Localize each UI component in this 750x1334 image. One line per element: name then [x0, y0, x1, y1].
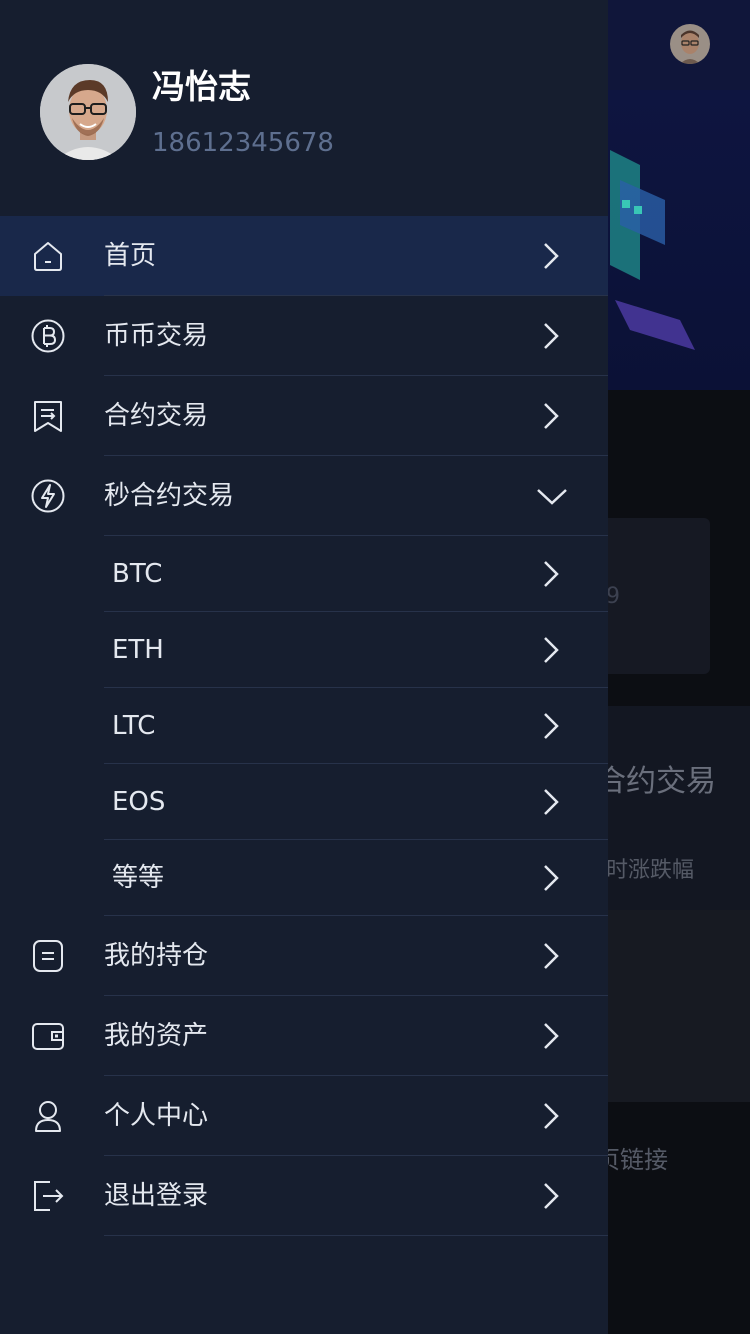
contract-icon: [30, 398, 66, 434]
lightning-icon: [30, 478, 66, 514]
user-phone: 18612345678: [152, 128, 334, 158]
menu-label: 合约交易: [104, 401, 209, 431]
submenu-item-eth[interactable]: ETH: [0, 612, 608, 688]
menu-item-positions[interactable]: 我的持仓: [0, 916, 608, 996]
background-section-subtitle: 时涨跌幅: [606, 858, 695, 883]
home-icon: [30, 238, 66, 274]
chevron-right-icon: [540, 864, 562, 892]
menu-item-home[interactable]: 首页: [0, 216, 608, 296]
menu-label: 首页: [104, 241, 157, 271]
header-avatar[interactable]: [670, 24, 710, 64]
chevron-right-icon: [540, 560, 562, 588]
divider: [104, 1235, 608, 1236]
submenu-item-btc[interactable]: BTC: [0, 536, 608, 612]
side-drawer: 冯怡志 18612345678 首页 币币交易 合约交易 秒合约交易 BTC E…: [0, 0, 608, 1334]
submenu-label: 等等: [112, 863, 165, 893]
profile-header[interactable]: 冯怡志 18612345678: [0, 0, 608, 216]
chevron-right-icon: [540, 636, 562, 664]
submenu-item-ltc[interactable]: LTC: [0, 688, 608, 764]
menu-label: 我的资产: [104, 1021, 209, 1051]
logout-icon: [30, 1178, 66, 1214]
menu-item-logout[interactable]: 退出登录: [0, 1156, 608, 1236]
submenu-label: LTC: [112, 711, 156, 741]
user-name: 冯怡志: [152, 67, 251, 106]
chevron-right-icon: [540, 1182, 562, 1210]
submenu-label: EOS: [112, 787, 166, 817]
submenu-item-eos[interactable]: EOS: [0, 764, 608, 840]
menu-item-contract-trading[interactable]: 合约交易: [0, 376, 608, 456]
submenu-label: BTC: [112, 559, 163, 589]
menu-item-second-contract[interactable]: 秒合约交易: [0, 456, 608, 536]
chevron-down-icon: [536, 486, 568, 506]
chevron-right-icon: [540, 788, 562, 816]
drawer-menu: 首页 币币交易 合约交易 秒合约交易 BTC ETH LTC EOS 等等 我的…: [0, 216, 608, 1236]
background-card-number: 9: [606, 584, 620, 609]
menu-label: 币币交易: [104, 321, 209, 351]
chevron-right-icon: [540, 942, 562, 970]
submenu-label: ETH: [112, 635, 164, 665]
wallet-icon: [30, 1018, 66, 1054]
menu-label: 退出登录: [104, 1181, 209, 1211]
chevron-right-icon: [540, 322, 562, 350]
avatar[interactable]: [40, 64, 136, 160]
background-section-title: 合约交易: [596, 764, 716, 799]
chevron-right-icon: [540, 402, 562, 430]
bitcoin-icon: [30, 318, 66, 354]
menu-label: 个人中心: [104, 1101, 209, 1131]
menu-item-profile[interactable]: 个人中心: [0, 1076, 608, 1156]
document-icon: [30, 938, 66, 974]
menu-label: 我的持仓: [104, 941, 209, 971]
menu-label: 秒合约交易: [104, 481, 235, 511]
submenu-item-more[interactable]: 等等: [0, 840, 608, 916]
chevron-right-icon: [540, 1102, 562, 1130]
chevron-right-icon: [540, 242, 562, 270]
chevron-right-icon: [540, 712, 562, 740]
user-icon: [30, 1098, 66, 1134]
menu-item-spot-trading[interactable]: 币币交易: [0, 296, 608, 376]
chevron-right-icon: [540, 1022, 562, 1050]
menu-item-assets[interactable]: 我的资产: [0, 996, 608, 1076]
